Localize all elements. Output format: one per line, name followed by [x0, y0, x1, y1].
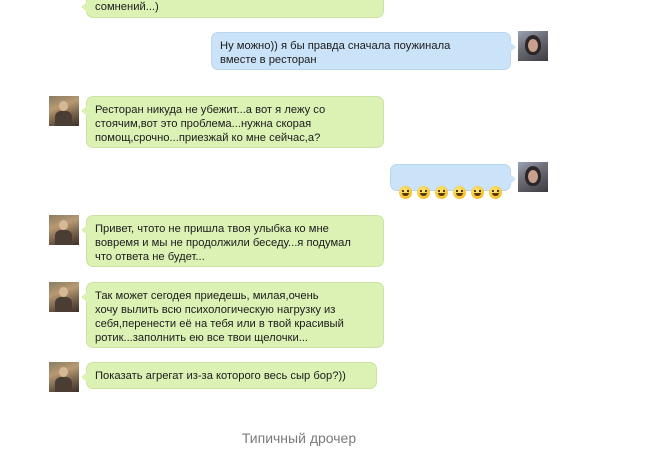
- smile-emoji-icon: [489, 186, 502, 199]
- sender-avatar[interactable]: [49, 282, 79, 312]
- incoming-message: Так может сегодея приедешь, милая,очень …: [81, 282, 384, 348]
- outgoing-message: Ну можно)) я бы правда сначала поужинала…: [211, 32, 516, 70]
- smile-emoji-icon: [453, 186, 466, 199]
- smile-emoji-icon: [471, 186, 484, 199]
- smile-emoji-icon: [399, 186, 412, 199]
- incoming-message: Показать агрегат из-за которого весь сыр…: [81, 362, 377, 389]
- outgoing-emoji-message: [390, 164, 516, 199]
- image-caption: Типичный дрочер: [241, 430, 357, 446]
- chat-window: сомнений...) Ну можно)) я бы правда снач…: [0, 0, 649, 456]
- smile-emoji-icon: [417, 186, 430, 199]
- incoming-message: Привет, чтото не пришла твоя улыбка ко м…: [81, 215, 384, 267]
- sender-avatar[interactable]: [49, 96, 79, 126]
- smile-emoji-icon: [435, 186, 448, 199]
- sender-avatar[interactable]: [518, 162, 548, 192]
- emoji-row: [399, 185, 502, 199]
- incoming-message: Ресторан никуда не убежит...а вот я лежу…: [81, 96, 384, 148]
- sender-avatar[interactable]: [49, 362, 79, 392]
- sender-avatar[interactable]: [49, 215, 79, 245]
- incoming-message: сомнений...): [81, 0, 384, 18]
- sender-avatar[interactable]: [518, 31, 548, 61]
